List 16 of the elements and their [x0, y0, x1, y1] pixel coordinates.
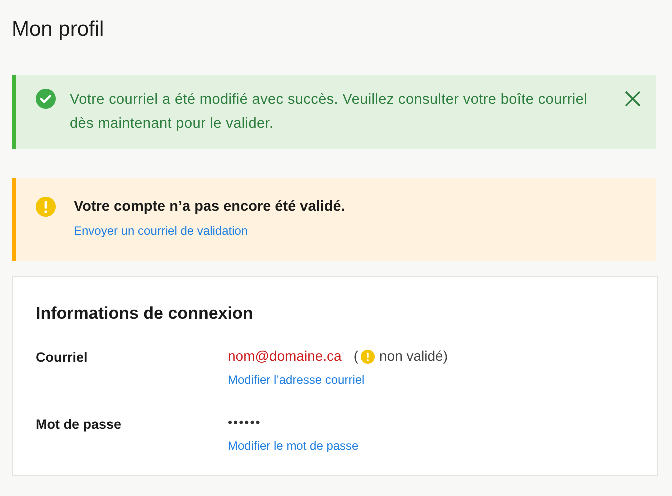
alert-message: Votre compte n’a pas encore été validé. [74, 198, 346, 216]
field-label: Mot de passe [36, 416, 123, 434]
status-text: non validé) [380, 347, 448, 366]
send-validation-link[interactable]: Envoyer un courriel de validation [74, 222, 248, 240]
field-label: Courriel [36, 349, 89, 367]
alert-message: Votre courriel a été modifié avec succès. Veuillez consulter votre boîte courriel dès maintenant pour le valider. [70, 90, 589, 134]
warning-icon [36, 196, 56, 216]
status-paren: ( [354, 347, 358, 366]
warning-icon [360, 350, 374, 364]
change-password-link[interactable]: Modifier le mot de passe [228, 436, 359, 454]
card-title: Informations de connexion [36, 302, 254, 324]
email-value: nom@domaine.ca [228, 347, 342, 366]
check-circle-icon [36, 88, 56, 108]
page-title: Mon profil [12, 17, 106, 43]
password-value: •••••• [228, 414, 262, 432]
change-email-link[interactable]: Modifier l’adresse courriel [228, 371, 448, 389]
